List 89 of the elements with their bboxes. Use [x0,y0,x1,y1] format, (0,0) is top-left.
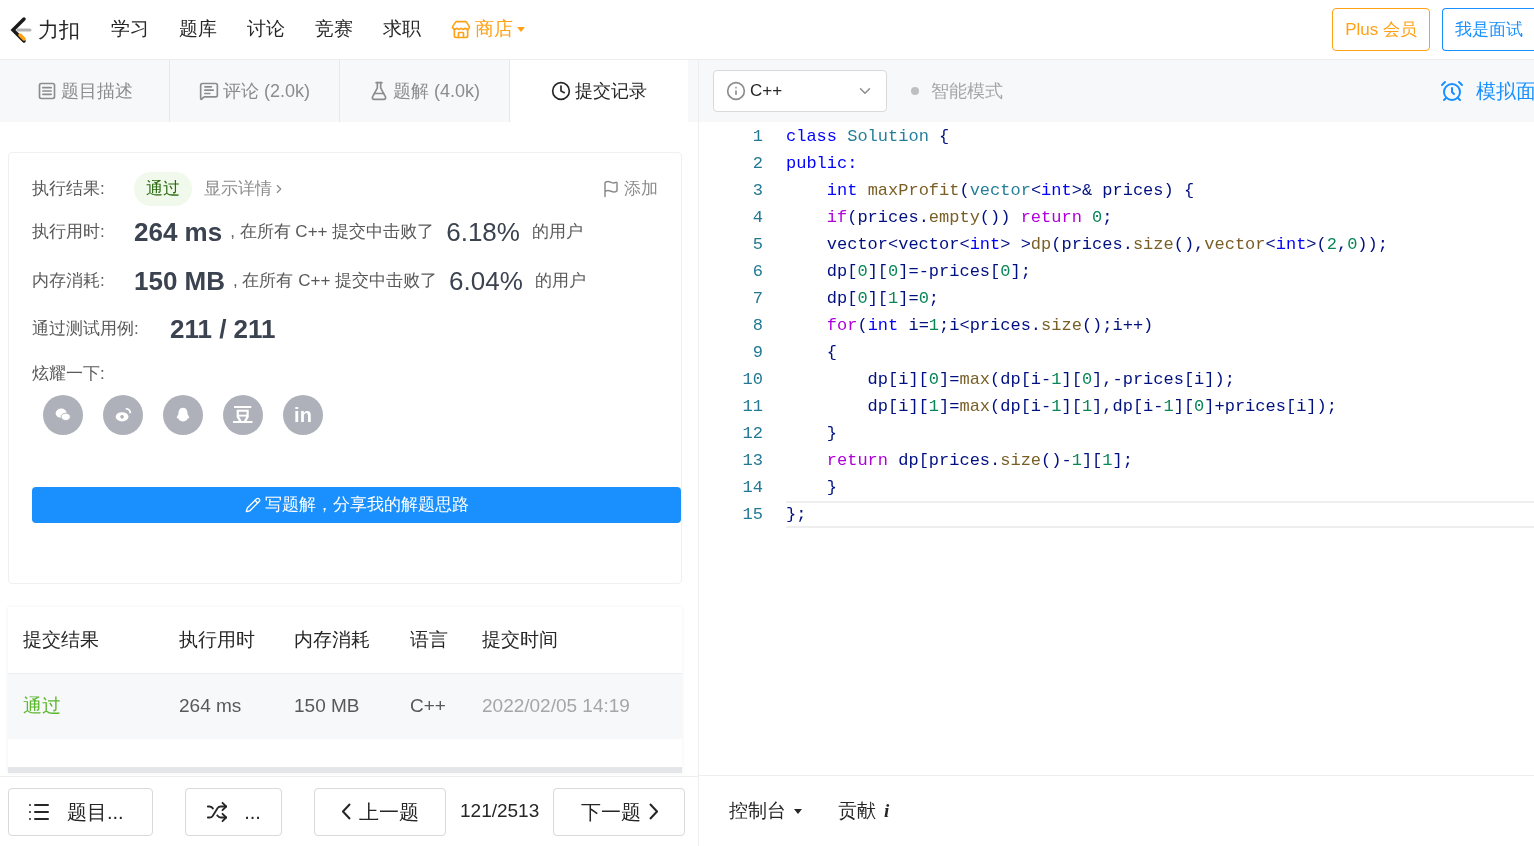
shuffle-icon [206,800,229,823]
stat-suffix: 的用户 [531,221,583,244]
chevron-right-icon [648,803,658,820]
line-number: 9 [751,342,763,364]
code-line: dp[0][1]=0; [825,288,941,310]
line-number: 7 [751,288,763,310]
cases-label: 通过测试用例: [32,318,140,341]
nav-link[interactable]: 讨论 [247,15,285,44]
pencil-icon [244,496,261,513]
code-line: int maxProfit(vector<int>& prices) { [825,180,1196,202]
stat-label: 执行用时: [32,221,106,244]
stat-percent: 6.18% [446,215,520,249]
line-number: 1 [751,126,763,148]
code-line: dp[i][0]=max(dp[i-1][0],-prices[i]); [866,369,1236,391]
random-button[interactable]: ... [185,787,282,836]
code-line: class Solution { [786,126,951,148]
line-number: 14 [741,477,763,499]
stat-value: 150 MB [134,264,226,298]
comment-icon [199,81,219,101]
stat-value: 264 ms [134,215,223,249]
stat-text: , 在所有 C++ 提交中击败了 [233,270,438,293]
share-label: 炫耀一下: [32,363,106,385]
line-number: 11 [741,396,763,418]
flask-icon [369,81,389,101]
caret-icon [794,808,802,814]
line-number: 3 [751,180,763,202]
nav-link[interactable]: 竞赛 [315,15,353,44]
previous-button[interactable]: 上一题 [314,787,446,836]
info-icon [726,81,746,101]
line-number: 6 [751,261,763,283]
chevron-left-icon [341,803,351,820]
weibo-icon[interactable] [103,394,143,435]
code-line: } [825,423,838,445]
code-line: return dp[prices.size()-1][1]; [825,450,1134,472]
contribute-button[interactable]: 贡献 i [838,796,890,826]
column-header: 语言 [410,627,449,652]
column-header: 提交时间 [482,627,559,652]
code-line: { [825,342,838,364]
document-icon [36,81,57,101]
code-line: dp[0][0]=-prices[0]; [825,261,1032,283]
table-cell-text: 150 MB [294,694,361,719]
logo-text[interactable]: 力扣 [38,13,80,46]
column-header: 执行用时 [179,627,256,652]
line-number: 8 [751,315,763,337]
line-number: 12 [741,423,763,445]
next-button[interactable]: 下一题 [553,787,686,836]
column-header: 内存消耗 [294,627,371,652]
problem-list-button[interactable]: 题目... [8,787,153,836]
line-number: 10 [741,369,763,391]
details-link[interactable]: 显示详情 [204,176,286,202]
alarm-clock-icon[interactable] [1440,79,1464,103]
column-header: 提交结果 [22,627,100,652]
add-link[interactable]: 添加 [602,176,658,202]
logo-icon[interactable] [8,15,34,44]
table-cell-text: 2022/02/05 14:19 [482,694,631,719]
stat-suffix: 的用户 [534,270,586,293]
result-label: 执行结果: [32,178,106,201]
language-select[interactable]: C++ [713,70,887,112]
flag-icon [602,180,620,198]
caret-icon [517,27,525,32]
wechat-icon[interactable] [43,394,83,435]
qq-icon[interactable] [163,394,203,435]
clock-icon [551,81,571,101]
store-icon [451,19,471,40]
panel-tab[interactable]: 提交记录 [510,60,688,122]
code-line: } [825,477,838,499]
code-line: }; [786,501,1534,528]
line-number: 2 [751,153,763,175]
stat-text: , 在所有 C++ 提交中击败了 [230,221,435,244]
nav-link[interactable]: 题库 [179,15,217,44]
code-line: public: [786,153,859,175]
nav-link[interactable]: 求职 [383,15,421,44]
problem-position: 121/2513 [460,799,540,824]
line-number: 5 [751,234,763,256]
cases-value: 211 / 211 [170,312,276,346]
line-number: 13 [741,450,763,472]
code-line: dp[i][1]=max(dp[i-1][1],dp[i-1][0]+prices[i]); [866,396,1338,418]
code-line: for(int i=1;i<prices.size();i++) [825,315,1155,337]
console-button[interactable]: 控制台 [729,796,802,826]
table-cell-text: 264 ms [179,694,243,719]
line-number: 4 [751,207,763,229]
stat-percent: 6.04% [449,264,523,298]
code-line: if(prices.empty()) return 0; [825,207,1114,229]
status-badge: 通过 [134,172,192,206]
nav-link[interactable]: 学习 [111,15,149,44]
stat-label: 内存消耗: [32,270,106,293]
line-number: 15 [741,504,763,526]
table-cell-text: C++ [410,694,447,719]
code-line: vector<vector<int> >dp(prices.size(),vector<int>(2,0)); [825,234,1389,256]
